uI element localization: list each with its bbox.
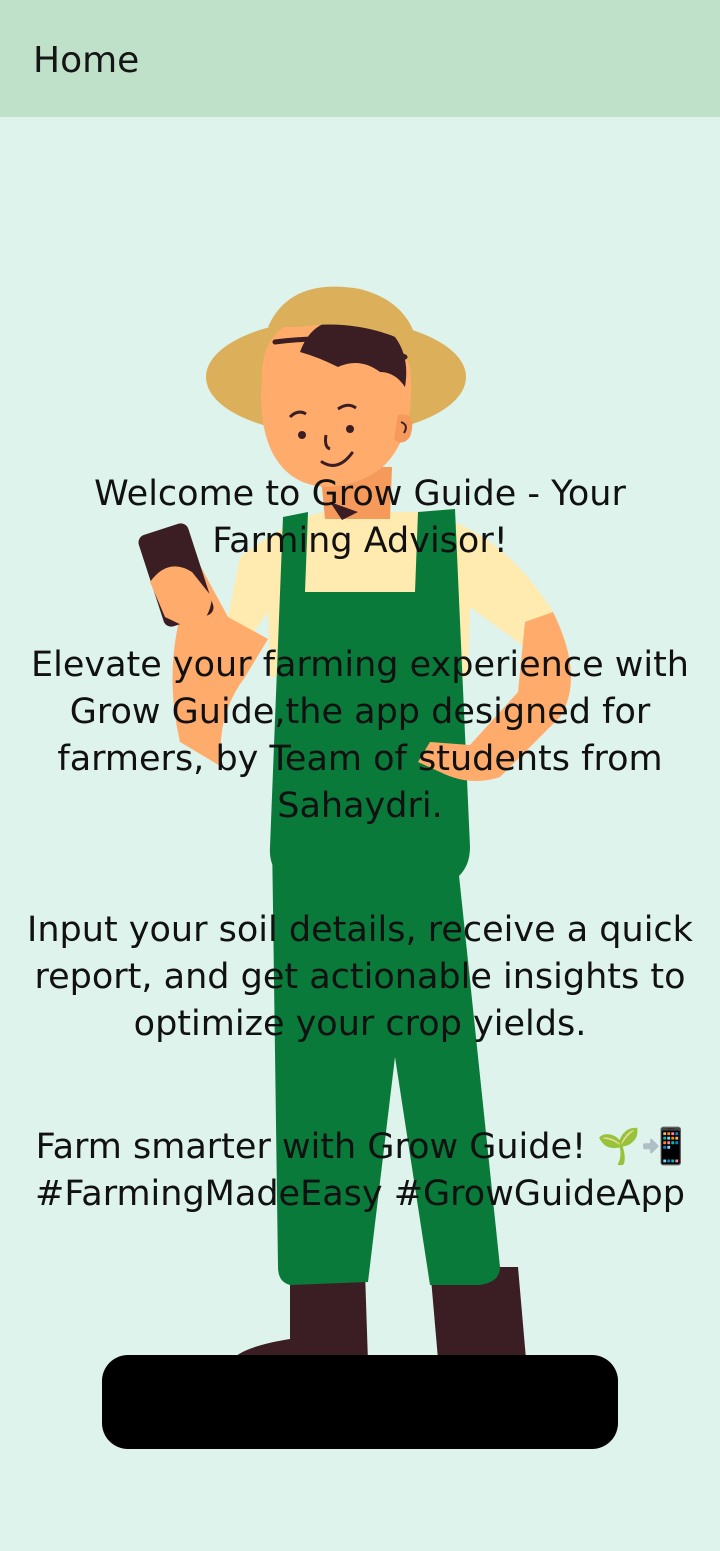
welcome-text: Welcome to Grow Guide - Your Farming Adv… bbox=[94, 474, 626, 561]
tagline-text: Farm smarter with Grow Guide! 🌱📲 #Farmin… bbox=[35, 1127, 685, 1214]
get-started-button[interactable] bbox=[102, 1355, 618, 1449]
page-title: Home bbox=[33, 40, 140, 81]
farmer-illustration bbox=[138, 286, 571, 1382]
intro-text: Elevate your farming experience with Gro… bbox=[31, 645, 689, 826]
farmer-boot-left bbox=[230, 1272, 368, 1362]
home-content: Welcome to Grow Guide - Your Farming Adv… bbox=[0, 117, 720, 1551]
app-bar: Home bbox=[0, 0, 720, 117]
how-it-works-text: Input your soil details, receive a quick… bbox=[27, 910, 693, 1044]
